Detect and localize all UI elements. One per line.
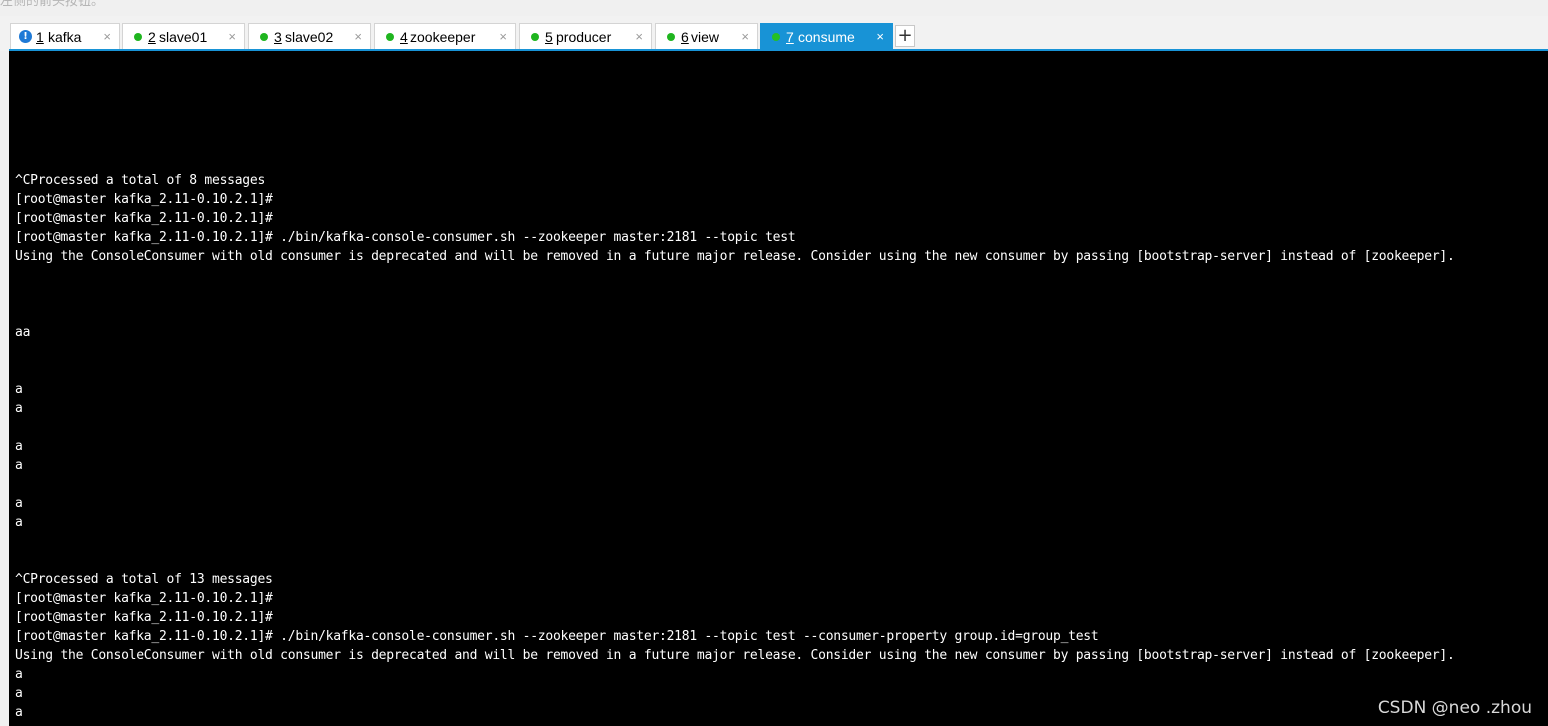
tab-label: zookeeper	[410, 29, 476, 45]
close-icon[interactable]: ×	[876, 24, 884, 50]
tab-label: view	[691, 29, 720, 45]
terminal-line: a	[15, 458, 23, 473]
tab-number: 5	[545, 29, 553, 45]
close-icon[interactable]: ×	[103, 24, 111, 50]
connected-status-icon	[386, 33, 394, 41]
tab-number: 6	[681, 29, 689, 45]
connected-status-icon	[531, 33, 539, 41]
top-context-text: 左侧的箭头按钮。	[0, 0, 1548, 12]
connected-status-icon	[667, 33, 675, 41]
terminal-line: Using the ConsoleConsumer with old consu…	[15, 249, 1455, 264]
terminal-line: [root@master kafka_2.11-0.10.2.1]#	[15, 610, 273, 625]
tab-view[interactable]: 6 view ×	[655, 23, 758, 49]
tab-label: kafka	[48, 29, 82, 45]
terminal-line: [root@master kafka_2.11-0.10.2.1]# ./bin…	[15, 629, 1099, 644]
terminal-line: a	[15, 515, 23, 530]
tab-kafka[interactable]: ! 1 kafka ×	[10, 23, 120, 49]
close-icon[interactable]: ×	[741, 24, 749, 50]
terminal-line: a	[15, 686, 23, 701]
add-tab-button[interactable]: +	[895, 25, 915, 47]
terminal-line: a	[15, 667, 23, 682]
tab-slave01[interactable]: 2 slave01 ×	[122, 23, 245, 49]
terminal-line: a	[15, 439, 23, 454]
close-icon[interactable]: ×	[228, 24, 236, 50]
terminal-output[interactable]: ^CProcessed a total of 8 messages [root@…	[9, 51, 1548, 726]
terminal-line: [root@master kafka_2.11-0.10.2.1]#	[15, 211, 273, 226]
connected-status-icon	[772, 33, 780, 41]
window-left-margin	[0, 51, 9, 726]
terminal-line: a	[15, 705, 23, 720]
tab-producer[interactable]: 5 producer ×	[519, 23, 652, 49]
tab-label: consume	[798, 29, 855, 45]
terminal-line: ^CProcessed a total of 8 messages	[15, 173, 266, 188]
terminal-line: [root@master kafka_2.11-0.10.2.1]#	[15, 591, 273, 606]
tab-number: 4	[400, 29, 408, 45]
tab-zookeeper[interactable]: 4 zookeeper ×	[374, 23, 516, 49]
terminal-line: [root@master kafka_2.11-0.10.2.1]# ./bin…	[15, 230, 796, 245]
tab-number: 3	[274, 29, 282, 45]
tab-number: 1	[36, 29, 44, 45]
csdn-watermark: CSDN @neo .zhou	[1377, 698, 1532, 718]
alert-icon: !	[19, 30, 32, 43]
terminal-line: aa	[15, 325, 31, 340]
tab-number: 7	[786, 29, 794, 45]
tab-label: producer	[556, 29, 612, 45]
session-tab-bar: ! 1 kafka × 2 slave01 × 3 slave02 × 4 zo…	[0, 16, 1548, 51]
terminal-line: a	[15, 401, 23, 416]
terminal-line: ^CProcessed a total of 13 messages	[15, 572, 273, 587]
connected-status-icon	[260, 33, 268, 41]
terminal-line: a	[15, 382, 23, 397]
terminal-line: Using the ConsoleConsumer with old consu…	[15, 648, 1455, 663]
terminal-line: a	[15, 496, 23, 511]
tab-number: 2	[148, 29, 156, 45]
connected-status-icon	[134, 33, 142, 41]
close-icon[interactable]: ×	[354, 24, 362, 50]
tab-slave02[interactable]: 3 slave02 ×	[248, 23, 371, 49]
tab-label: slave02	[285, 29, 334, 45]
close-icon[interactable]: ×	[635, 24, 643, 50]
tab-consume[interactable]: 7 consume ×	[760, 23, 893, 49]
tab-label: slave01	[159, 29, 208, 45]
terminal-line: [root@master kafka_2.11-0.10.2.1]#	[15, 192, 273, 207]
close-icon[interactable]: ×	[499, 24, 507, 50]
